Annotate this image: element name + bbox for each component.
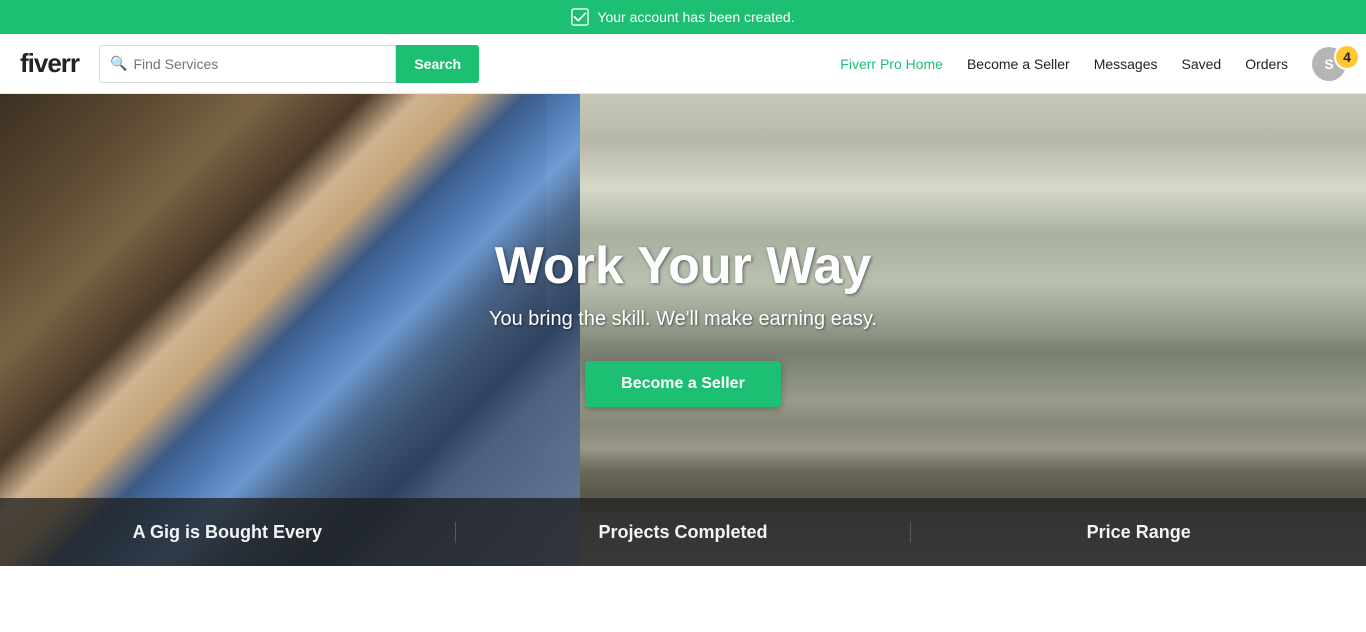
stat-price: Price Range [911, 522, 1366, 543]
search-button[interactable]: Search [396, 45, 479, 83]
stat-gig-bought: A Gig is Bought Every [0, 522, 456, 543]
notification-bar: Your account has been created. [0, 0, 1366, 34]
search-input[interactable] [133, 56, 385, 72]
nav-right: Fiverr Pro Home Become a Seller Messages… [840, 47, 1346, 81]
stat-gig-label: A Gig is Bought Every [20, 522, 435, 543]
become-seller-button[interactable]: Become a Seller [585, 361, 781, 407]
stat-projects-label: Projects Completed [476, 522, 891, 543]
stat-price-label: Price Range [931, 522, 1346, 543]
nav-become-seller[interactable]: Become a Seller [967, 56, 1070, 72]
hero-subtitle: You bring the skill. We'll make earning … [489, 308, 877, 331]
stat-projects: Projects Completed [456, 522, 912, 543]
notification-message: Your account has been created. [597, 9, 794, 25]
nav-saved[interactable]: Saved [1182, 56, 1222, 72]
check-icon [571, 8, 589, 26]
notification-badge: 4 [1334, 44, 1360, 70]
stats-bar: A Gig is Bought Every Projects Completed… [0, 498, 1366, 566]
header: fiverr 🔍 Search Fiverr Pro Home Become a… [0, 34, 1366, 94]
search-container: 🔍 Search [99, 45, 479, 83]
hero-title: Work Your Way [489, 236, 877, 296]
nav-orders[interactable]: Orders [1245, 56, 1288, 72]
hero-section: Work Your Way You bring the skill. We'll… [0, 94, 1366, 566]
nav-fiverr-pro[interactable]: Fiverr Pro Home [840, 56, 943, 72]
nav-messages[interactable]: Messages [1094, 56, 1158, 72]
search-mag-icon: 🔍 [110, 55, 127, 72]
search-input-wrapper: 🔍 [99, 45, 396, 83]
logo[interactable]: fiverr [20, 48, 79, 79]
hero-content: Work Your Way You bring the skill. We'll… [489, 236, 877, 407]
